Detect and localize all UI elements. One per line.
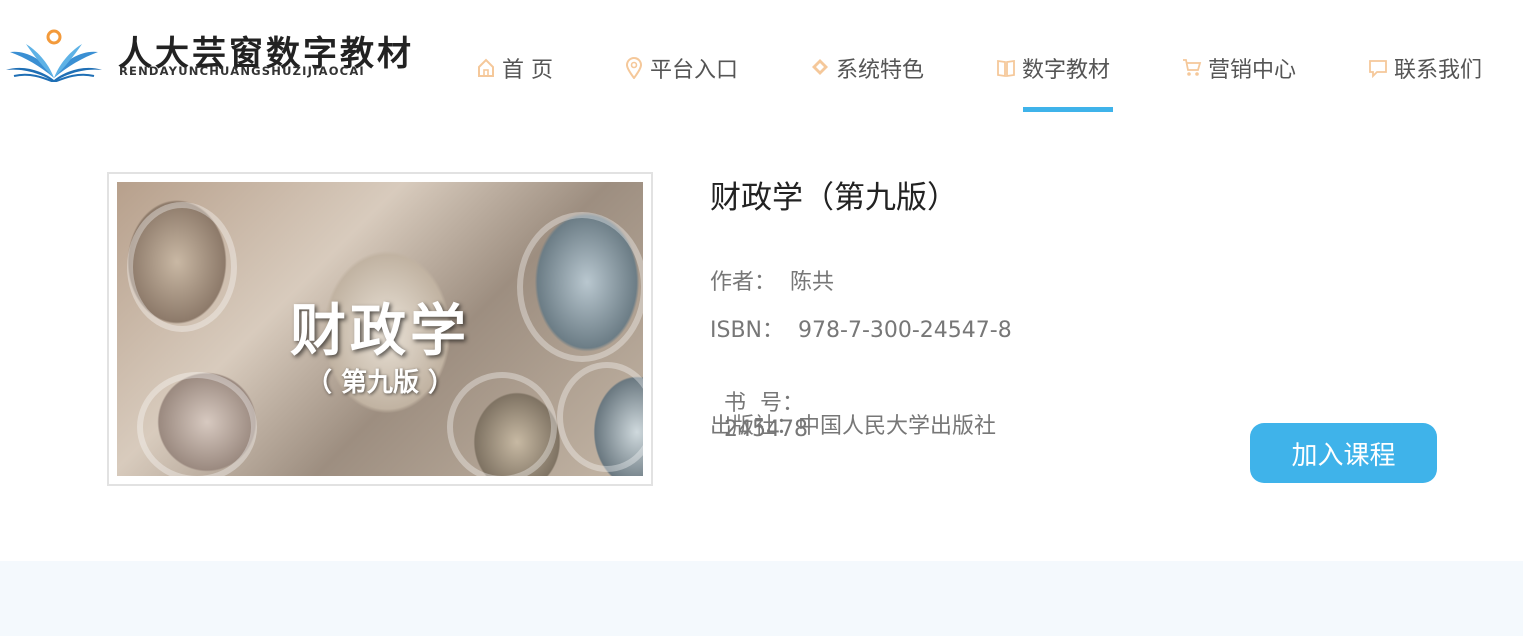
cover-title: 财政学 — [290, 298, 470, 364]
nav-item-marketing[interactable]: 营销中心 — [1182, 50, 1296, 86]
nav-item-home[interactable]: 首 页 — [476, 50, 553, 86]
author-label: 作者： — [710, 270, 777, 295]
isbn-label: ISBN： — [710, 318, 785, 343]
nav-label: 数字教材 — [1022, 58, 1111, 83]
nav-item-features[interactable]: 系统特色 — [810, 50, 924, 86]
open-book-icon — [996, 57, 1016, 79]
nav-label: 首 页 — [502, 58, 553, 83]
author-value: 陈共 — [790, 270, 835, 295]
home-icon — [476, 57, 496, 79]
book-cover-image: 财政学 （ 第九版 ） — [117, 182, 643, 476]
book-publisher: 出版社：中国人民大学出版社 — [710, 408, 996, 440]
diamond-pin-icon — [810, 57, 830, 79]
join-course-button[interactable]: 加入课程 — [1250, 423, 1437, 483]
nav-label: 系统特色 — [836, 58, 925, 83]
book-author: 作者： 陈共 — [710, 264, 834, 296]
nav-item-platform[interactable]: 平台入口 — [624, 50, 738, 86]
nav-item-digital-textbook[interactable]: 数字教材 — [996, 50, 1110, 86]
nav-label: 平台入口 — [650, 58, 739, 83]
nav-label: 联系我们 — [1394, 58, 1483, 83]
footer-band — [0, 561, 1523, 636]
active-nav-indicator — [1023, 107, 1113, 112]
publisher-value: 中国人民大学出版社 — [798, 414, 997, 439]
publisher-label: 出版社： — [710, 414, 799, 439]
cart-icon — [1182, 57, 1202, 79]
chat-bubble-icon — [1368, 57, 1388, 79]
isbn-value: 978-7-300-24547-8 — [798, 318, 1012, 343]
book-title: 财政学（第九版） — [710, 180, 958, 216]
cover-subtitle: （ 第九版 ） — [305, 368, 455, 398]
book-cover: 财政学 （ 第九版 ） — [107, 172, 653, 486]
book-isbn: ISBN： 978-7-300-24547-8 — [710, 312, 1012, 344]
location-pin-icon — [624, 57, 644, 79]
site-header: 人大芸窗数字教材 RENDAYUNCHUANGSHUZIJIAOCAI 首 页 … — [0, 0, 1523, 112]
nav-item-contact[interactable]: 联系我们 — [1368, 50, 1482, 86]
nav-label: 营销中心 — [1208, 58, 1297, 83]
main-nav: 首 页 平台入口 系统特色 数字教材 营销中心 联系我们 — [0, 0, 1523, 112]
